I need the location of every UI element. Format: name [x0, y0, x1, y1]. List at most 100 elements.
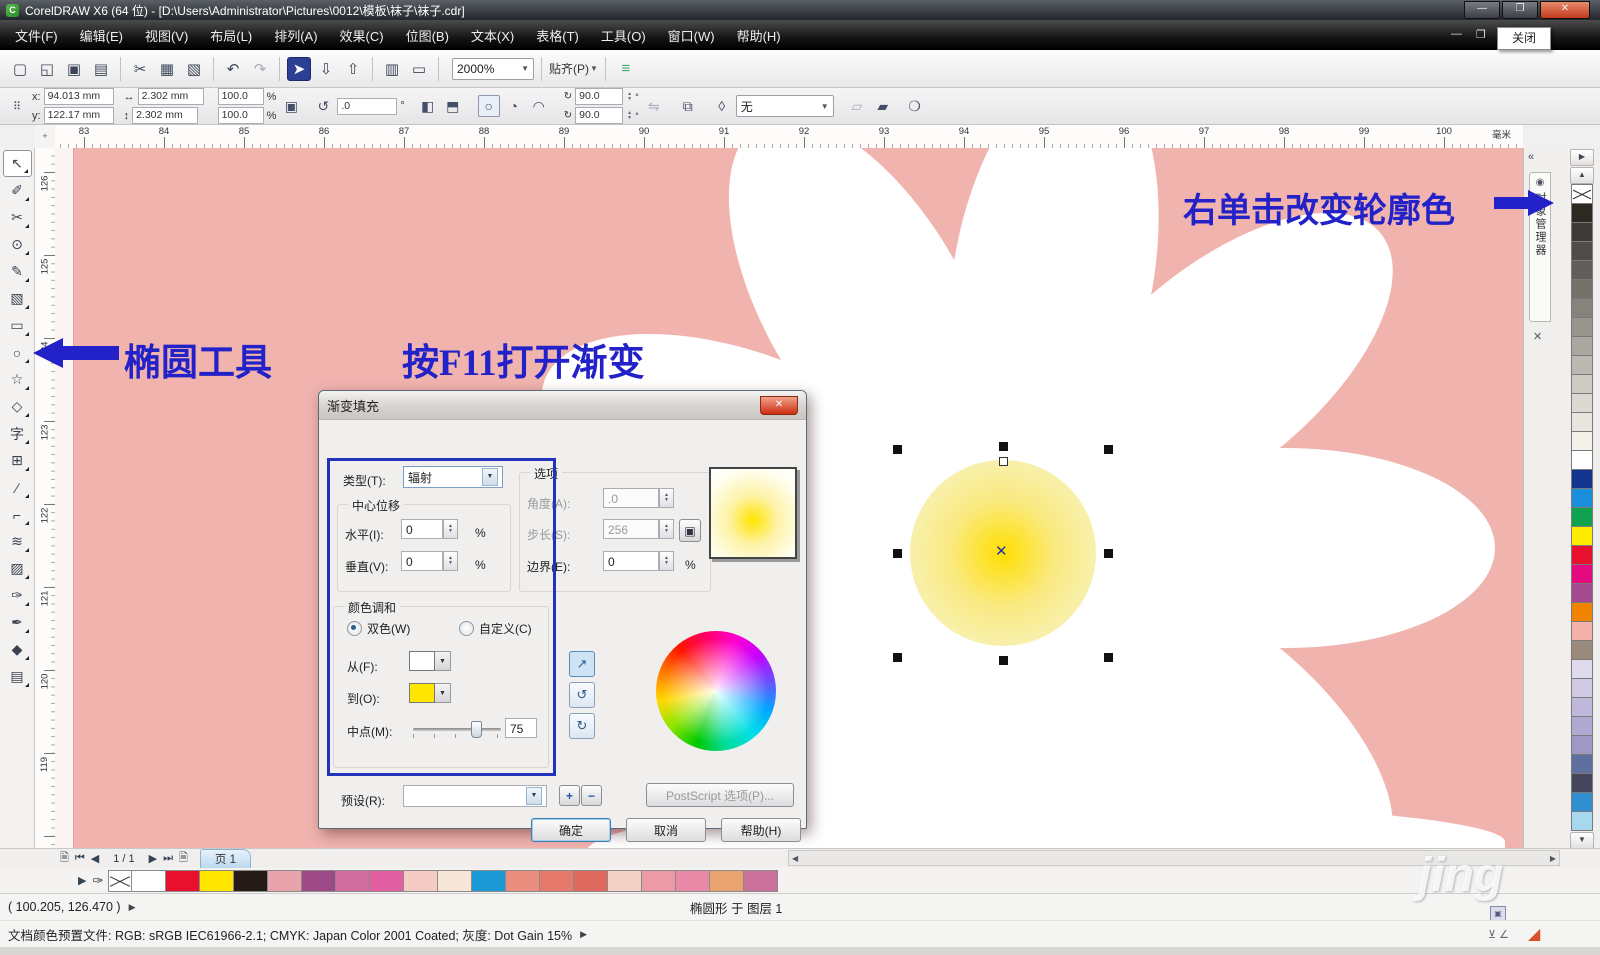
paste-icon[interactable]: ▧ [182, 57, 206, 81]
color-swatch[interactable] [1571, 336, 1593, 356]
color-swatch[interactable] [1571, 450, 1593, 470]
color-swatch[interactable] [1571, 488, 1593, 508]
midpoint-input[interactable]: 75 [505, 718, 537, 738]
save-icon[interactable]: ▣ [62, 57, 86, 81]
horizontal-input[interactable]: 0 [401, 519, 443, 539]
color-eyedropper-icon[interactable]: ✑ [92, 873, 103, 889]
first-page-icon[interactable]: ⏮ [75, 852, 85, 865]
remove-preset-button[interactable]: − [581, 785, 602, 806]
doc-restore-icon[interactable]: ❐ [1476, 28, 1486, 41]
mirror-horizontal-icon[interactable]: ◧ [417, 95, 439, 117]
menu-item[interactable]: 视图(V) [134, 21, 199, 50]
next-page-icon[interactable]: ▶ [149, 852, 157, 865]
undo-icon[interactable]: ↶ [221, 57, 245, 81]
dock-collapse-icon[interactable]: « [1528, 151, 1534, 163]
scroll-left-icon[interactable]: ◀ [792, 854, 798, 863]
custom-radio[interactable]: 自定义(C) [459, 620, 532, 637]
menu-item[interactable]: 编辑(E) [69, 21, 134, 50]
fill-tool[interactable]: ◆ [3, 636, 32, 663]
freehand-tool[interactable]: ✎ [3, 258, 32, 285]
add-preset-button[interactable]: + [559, 785, 580, 806]
fullscreen-preview-icon[interactable]: ▭ [407, 57, 431, 81]
color-swatch[interactable] [1571, 640, 1593, 660]
lock-ratio-icon[interactable]: ▣ [280, 95, 302, 117]
dialog-titlebar[interactable]: 渐变填充 ✕ [319, 391, 806, 420]
steps-input[interactable]: 256 [603, 519, 659, 539]
end-angle-input[interactable]: 90.0 [575, 107, 623, 124]
object-width-input[interactable]: 2.302 mm [138, 88, 204, 105]
dock-close-icon[interactable]: ✕ [1533, 330, 1542, 343]
steps-spinner[interactable]: ▲▼ [659, 519, 674, 539]
color-swatch[interactable] [1571, 792, 1593, 812]
menu-item[interactable]: 帮助(H) [726, 21, 792, 50]
scroll-right-icon[interactable]: ▶ [1550, 854, 1556, 863]
color-swatch[interactable] [1571, 374, 1593, 394]
add-page-icon[interactable]: 🗎 [179, 849, 188, 868]
angle-spinner[interactable]: ▲▼ [659, 488, 674, 508]
midpoint-slider-thumb[interactable] [471, 721, 482, 738]
doc-minimize-icon[interactable]: — [1451, 28, 1462, 40]
color-swatch[interactable] [1571, 583, 1593, 603]
palette-scroll-down-icon[interactable]: ▼ [1570, 832, 1594, 849]
export-icon[interactable]: ⇧ [341, 57, 365, 81]
text-wrap-icon[interactable]: ⧉ [677, 95, 699, 117]
restore-button[interactable]: ❐ [1502, 1, 1538, 19]
angle-input[interactable]: .0 [603, 488, 659, 508]
color-swatch[interactable] [1571, 355, 1593, 375]
minimize-button[interactable]: — [1464, 1, 1500, 19]
color-swatch[interactable] [1571, 260, 1593, 280]
color-swatch[interactable] [233, 870, 268, 892]
menu-item[interactable]: 文本(X) [460, 21, 525, 50]
snap-dropdown[interactable]: 贴齐(P)▼ [549, 60, 598, 77]
menu-item[interactable]: 排列(A) [263, 21, 328, 50]
new-document-icon[interactable]: ▢ [8, 57, 32, 81]
vertical-spinner[interactable]: ▲▼ [443, 551, 458, 571]
color-swatch[interactable] [1571, 507, 1593, 527]
color-swatch[interactable] [1571, 203, 1593, 223]
color-swatch[interactable] [1571, 241, 1593, 261]
zoom-level-combo[interactable]: 2000% ▼ [452, 58, 534, 80]
color-swatch[interactable] [1571, 811, 1593, 831]
help-button[interactable]: 帮助(H) [721, 818, 801, 842]
color-swatch[interactable] [165, 870, 200, 892]
blend-tool[interactable]: ≋ [3, 528, 32, 555]
two-color-radio[interactable]: 双色(W) [347, 620, 410, 637]
counterclockwise-path-button[interactable]: ↺ [569, 682, 595, 708]
color-swatch[interactable] [1571, 754, 1593, 774]
rectangle-tool[interactable]: ▭ [3, 312, 32, 339]
menu-item[interactable]: 窗口(W) [657, 21, 726, 50]
selection-handle[interactable] [1104, 445, 1113, 454]
color-swatch[interactable] [1571, 773, 1593, 793]
color-swatch[interactable] [369, 870, 404, 892]
shape-tool[interactable]: ✐ [3, 177, 32, 204]
color-swatch[interactable] [267, 870, 302, 892]
menu-item[interactable]: 布局(L) [199, 21, 263, 50]
add-page-icon[interactable]: 🗎 [60, 849, 69, 868]
arc-mode-button[interactable]: ◠ [528, 95, 550, 117]
horizontal-spinner[interactable]: ▲▼ [443, 519, 458, 539]
selection-handle[interactable] [893, 549, 902, 558]
polygon-tool[interactable]: ☆ [3, 366, 32, 393]
color-swatch[interactable] [1571, 716, 1593, 736]
palette-scroll-up-icon[interactable]: ▲ [1570, 167, 1594, 184]
color-swatch[interactable] [573, 870, 608, 892]
presets-select[interactable]: ▼ [403, 785, 547, 807]
clockwise-path-button[interactable]: ↻ [569, 713, 595, 739]
color-wheel[interactable] [656, 631, 776, 751]
color-swatch[interactable] [1571, 678, 1593, 698]
color-swatch[interactable] [1571, 279, 1593, 299]
color-swatch[interactable] [675, 870, 710, 892]
options-icon[interactable]: ≡ [613, 57, 637, 81]
print-icon[interactable]: ▤ [89, 57, 113, 81]
last-page-icon[interactable]: ⏭ [163, 852, 173, 865]
palette-options-icon[interactable]: ▶ [1570, 149, 1594, 166]
color-swatch[interactable] [539, 870, 574, 892]
color-swatch[interactable] [1571, 412, 1593, 432]
object-x-input[interactable]: 94.013 mm [44, 88, 114, 105]
selection-handle[interactable] [1104, 549, 1113, 558]
outline-pen-tool[interactable]: ✒ [3, 609, 32, 636]
menu-item[interactable]: 表格(T) [525, 21, 590, 50]
expander-icon[interactable]: ▶ [580, 929, 587, 940]
direct-path-button[interactable]: ↗ [569, 651, 595, 677]
color-swatch[interactable] [1571, 393, 1593, 413]
